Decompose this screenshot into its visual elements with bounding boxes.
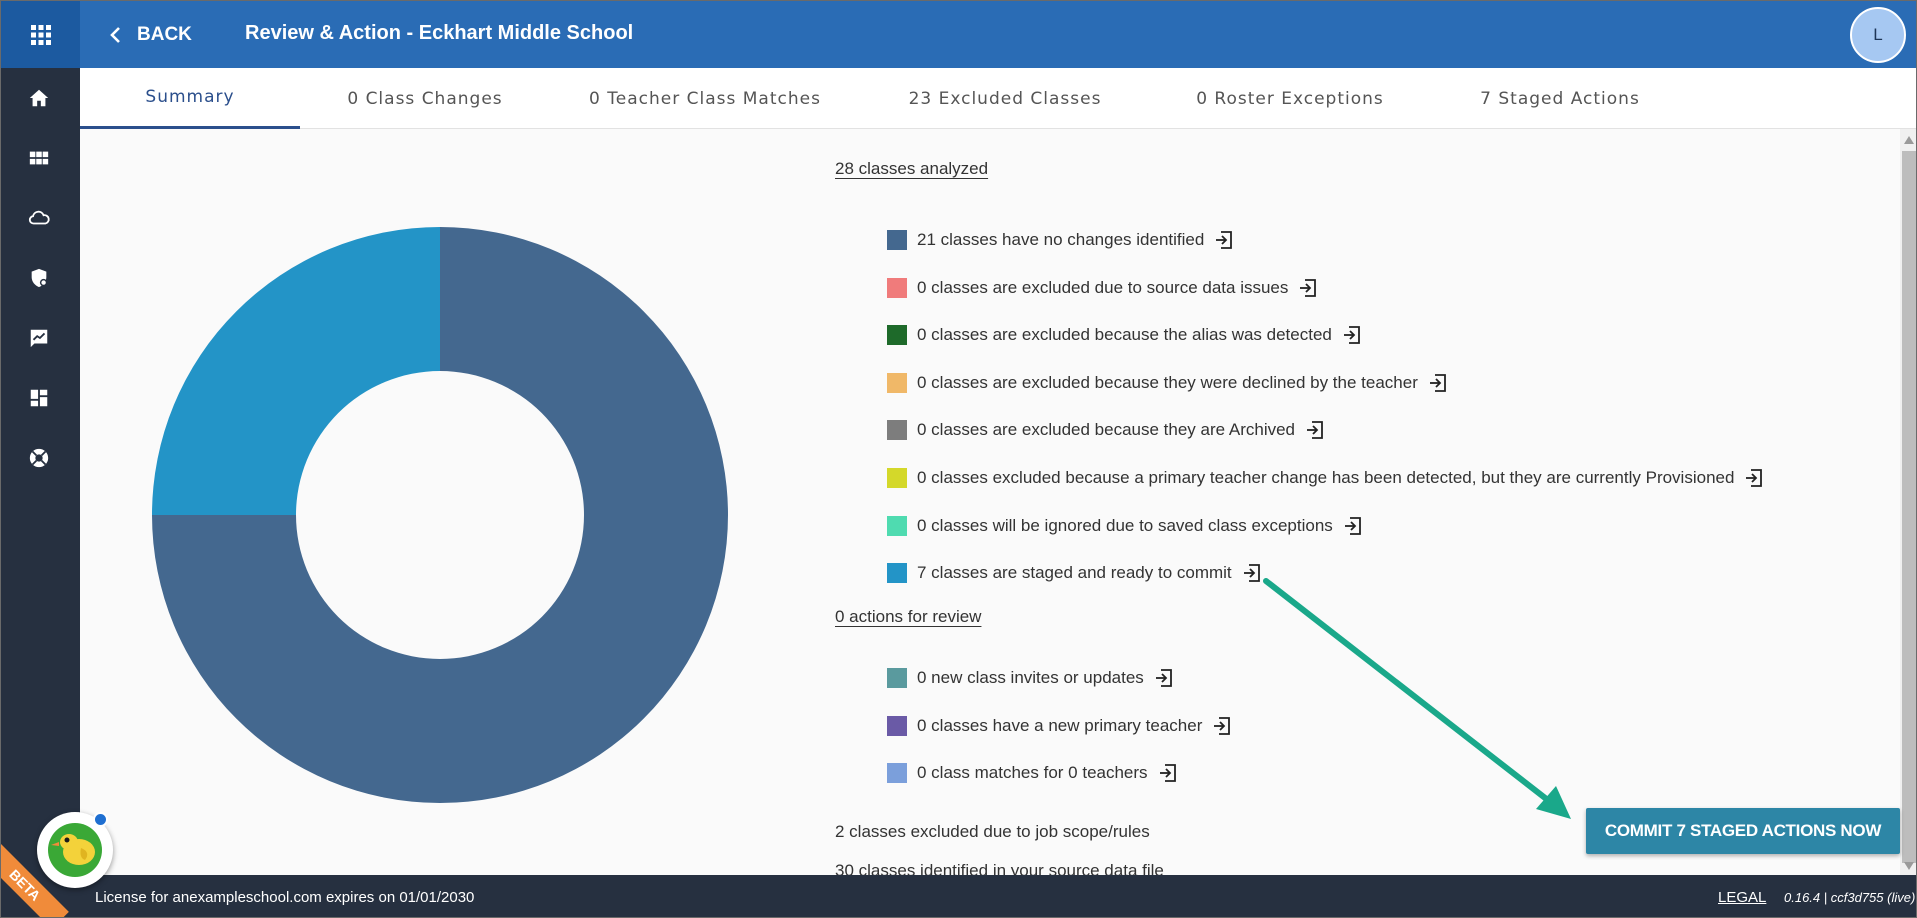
legend-row: 0 classes are excluded due to source dat… <box>887 276 1318 300</box>
action-label: 0 new class invites or updates <box>917 668 1144 687</box>
legend-label: 0 classes are excluded because the alias… <box>917 325 1332 345</box>
action-row: 0 new class invites or updates <box>887 666 1174 690</box>
app-window: BACK Review & Action - Eckhart Middle Sc… <box>0 0 1917 918</box>
tab-teacher-class-matches[interactable]: 0 Teacher Class Matches <box>550 68 860 129</box>
tab-bar: Summary 0 Class Changes 0 Teacher Class … <box>80 68 1916 129</box>
sidebar-item-cloud[interactable] <box>25 204 53 232</box>
summary-panel: 28 classes analyzed 21 classes have no c… <box>80 129 1900 875</box>
open-details-icon[interactable] <box>1154 668 1174 688</box>
license-text: License for anexampleschool.com expires … <box>95 889 475 906</box>
sidebar-item-dashboard[interactable] <box>25 384 53 412</box>
summary-donut-chart <box>152 227 728 803</box>
apps-grid-icon <box>30 24 51 45</box>
legend-row: 0 classes will be ignored due to saved c… <box>887 514 1363 538</box>
action-row: 0 classes have a new primary teacher <box>887 714 1232 738</box>
color-swatch <box>887 325 907 346</box>
report-icon <box>30 329 48 348</box>
legend-row: 0 classes are excluded because they were… <box>887 371 1448 395</box>
action-label: 0 class matches for 0 teachers <box>917 763 1148 783</box>
sidebar-item-home[interactable] <box>25 84 53 112</box>
footer-bar: License for anexampleschool.com expires … <box>1 875 1916 917</box>
legend-label: 21 classes have no changes identified <box>917 230 1205 249</box>
legend-label: 0 classes are excluded because they are … <box>917 420 1296 440</box>
open-details-icon[interactable] <box>1342 325 1362 345</box>
legend-row: 7 classes are staged and ready to commit <box>887 561 1262 585</box>
actions-review-heading: 0 actions for review <box>835 607 982 626</box>
tab-class-changes[interactable]: 0 Class Changes <box>300 68 550 129</box>
color-swatch <box>887 372 907 393</box>
color-swatch <box>887 420 907 441</box>
legend-row: 21 classes have no changes identified <box>887 228 1234 252</box>
color-swatch <box>887 763 907 784</box>
color-swatch <box>887 668 907 688</box>
color-swatch <box>887 563 907 584</box>
dashboard-icon <box>30 389 48 407</box>
home-icon <box>29 89 49 107</box>
apps-launcher-button[interactable] <box>1 1 80 68</box>
legend-label: 0 classes are excluded due to source dat… <box>917 277 1289 297</box>
notification-dot <box>93 812 108 827</box>
legend-row: 0 classes are excluded because they are … <box>887 418 1325 442</box>
user-avatar[interactable]: L <box>1850 7 1906 63</box>
commit-staged-actions-button[interactable]: COMMIT 7 STAGED ACTIONS NOW <box>1586 808 1900 854</box>
open-details-icon[interactable] <box>1242 563 1262 583</box>
classes-analyzed-heading: 28 classes analyzed <box>835 159 989 178</box>
source-classes-note: 30 classes identified in your source dat… <box>835 861 1164 875</box>
color-swatch <box>887 277 907 298</box>
legend-label: 0 classes are excluded because they were… <box>917 372 1418 392</box>
open-details-icon[interactable] <box>1298 278 1318 298</box>
tab-summary[interactable]: Summary <box>80 68 300 129</box>
page-title: Review & Action - Eckhart Middle School <box>245 22 634 44</box>
tab-staged-actions[interactable]: 7 Staged Actions <box>1430 68 1690 129</box>
sidebar-item-help[interactable] <box>25 444 53 472</box>
scope-excluded-note: 2 classes excluded due to job scope/rule… <box>835 822 1150 841</box>
color-swatch <box>887 515 907 536</box>
color-swatch <box>887 468 907 488</box>
sidebar-item-reports[interactable] <box>25 324 53 352</box>
tab-roster-exceptions[interactable]: 0 Roster Exceptions <box>1150 68 1430 129</box>
back-button[interactable]: BACK <box>109 20 192 50</box>
sidebar-item-security[interactable] <box>25 264 53 292</box>
donut-slice-1 <box>152 227 440 515</box>
open-details-icon[interactable] <box>1214 230 1234 250</box>
legal-link[interactable]: LEGAL <box>1718 889 1766 906</box>
top-bar: BACK Review & Action - Eckhart Middle Sc… <box>1 1 1916 68</box>
open-details-icon[interactable] <box>1158 763 1178 783</box>
legend-label: 7 classes are staged and ready to commit <box>917 563 1232 583</box>
legend-row: 0 classes are excluded because the alias… <box>887 323 1362 347</box>
scroll-down-arrow-icon[interactable] <box>1903 861 1915 871</box>
open-details-icon[interactable] <box>1212 716 1232 736</box>
grid-icon <box>29 151 49 165</box>
open-details-icon[interactable] <box>1343 516 1363 536</box>
color-swatch <box>887 715 907 736</box>
action-label: 0 classes have a new primary teacher <box>917 715 1203 735</box>
scrollbar-thumb[interactable] <box>1902 151 1916 863</box>
scroll-up-arrow-icon[interactable] <box>1903 135 1915 145</box>
version-text: 0.16.4 | ccf3d755 (live) <box>1784 890 1916 905</box>
sidebar-item-grid[interactable] <box>25 144 53 172</box>
chevron-left-icon <box>110 27 120 43</box>
sidebar <box>1 68 80 875</box>
legend-row: 0 classes excluded because a primary tea… <box>887 466 1764 490</box>
cloud-icon <box>28 210 50 225</box>
bird-mascot-icon <box>48 823 102 877</box>
tab-excluded-classes[interactable]: 23 Excluded Classes <box>860 68 1150 129</box>
open-details-icon[interactable] <box>1305 420 1325 440</box>
action-row: 0 class matches for 0 teachers <box>887 761 1178 785</box>
open-details-icon[interactable] <box>1744 468 1764 488</box>
help-icon <box>29 448 49 468</box>
shield-settings-icon <box>31 268 48 288</box>
legend-label: 0 classes will be ignored due to saved c… <box>917 515 1333 535</box>
legend-label: 0 classes excluded because a primary tea… <box>917 468 1735 487</box>
back-label: BACK <box>137 24 192 45</box>
open-details-icon[interactable] <box>1428 373 1448 393</box>
color-swatch <box>887 230 907 250</box>
